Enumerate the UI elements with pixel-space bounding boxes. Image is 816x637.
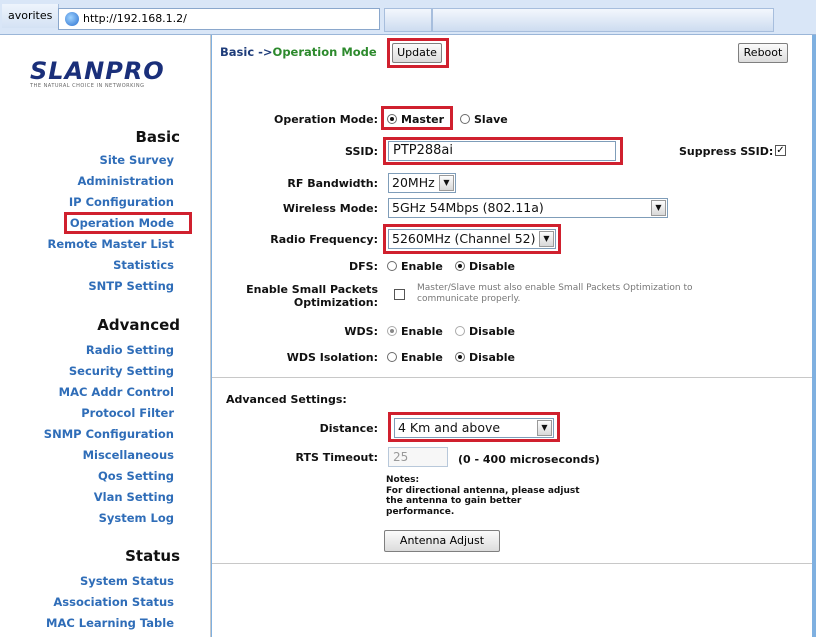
small-packets-checkbox[interactable] — [394, 289, 405, 300]
address-bar[interactable]: http://192.168.1.2/ — [58, 8, 380, 30]
divider — [212, 563, 812, 564]
address-text: http://192.168.1.2/ — [83, 12, 187, 25]
sidebar-item-mac-addr-control[interactable]: MAC Addr Control — [59, 385, 174, 399]
sidebar-item-operation-mode[interactable]: Operation Mode — [70, 216, 174, 230]
sidebar-item-site-survey[interactable]: Site Survey — [100, 153, 174, 167]
suppress-ssid-label: Suppress SSID: — [679, 145, 774, 158]
operation-mode-master[interactable]: Master — [387, 113, 444, 126]
breadcrumb-prefix: Basic -> — [220, 45, 273, 59]
sidebar-section-basic: Basic — [135, 128, 180, 146]
wds-label: WDS: — [344, 325, 378, 338]
chevron-down-icon: ▼ — [539, 231, 554, 247]
browser-toolbar: avorites http://192.168.1.2/ — [0, 0, 816, 35]
favorites-button[interactable]: avorites — [2, 4, 59, 28]
reboot-button[interactable]: Reboot — [738, 43, 788, 63]
sidebar-item-ip-configuration[interactable]: IP Configuration — [69, 195, 174, 209]
chevron-down-icon: ▼ — [651, 200, 666, 216]
distance-select[interactable]: 4 Km and above ▼ — [394, 418, 554, 438]
dfs-label: DFS: — [349, 260, 378, 273]
sidebar-item-sntp-setting[interactable]: SNTP Setting — [88, 279, 174, 293]
dfs-enable[interactable]: Enable — [387, 260, 443, 273]
suppress-ssid-checkbox[interactable]: ✓ — [775, 145, 786, 156]
distance-label: Distance: — [319, 422, 378, 435]
wds-enable[interactable]: Enable — [387, 325, 443, 338]
sidebar-item-radio-setting[interactable]: Radio Setting — [86, 343, 174, 357]
sidebar-item-statistics[interactable]: Statistics — [113, 258, 174, 272]
master-radio-icon — [387, 114, 397, 124]
sidebar-item-association-status[interactable]: Association Status — [53, 595, 174, 609]
sidebar-item-snmp-configuration[interactable]: SNMP Configuration — [44, 427, 174, 441]
radio-icon — [455, 326, 465, 336]
sidebar-item-system-status[interactable]: System Status — [80, 574, 174, 588]
divider — [212, 377, 812, 378]
breadcrumb-current: Operation Mode — [272, 45, 377, 59]
wds-isolation-label: WDS Isolation: — [286, 351, 378, 364]
antenna-notes: Notes: For directional antenna, please a… — [386, 475, 580, 517]
wds-isolation-disable[interactable]: Disable — [455, 351, 515, 364]
sidebar-item-miscellaneous[interactable]: Miscellaneous — [83, 448, 174, 462]
sidebar-item-administration[interactable]: Administration — [78, 174, 175, 188]
radio-icon — [455, 352, 465, 362]
ssid-input[interactable]: PTP288ai — [388, 141, 616, 161]
browser-tab-button[interactable] — [384, 8, 432, 32]
wds-isolation-enable[interactable]: Enable — [387, 351, 443, 364]
operation-mode-label: Operation Mode: — [273, 113, 378, 126]
dfs-disable[interactable]: Disable — [455, 260, 515, 273]
sidebar-item-system-log[interactable]: System Log — [99, 511, 174, 525]
rts-timeout-input[interactable]: 25 — [388, 447, 448, 467]
radio-frequency-label: Radio Frequency: — [270, 233, 378, 246]
rf-bandwidth-select[interactable]: 20MHz ▼ — [388, 173, 456, 193]
small-packets-label: Enable Small Packets Optimization: — [246, 283, 378, 309]
chevron-down-icon: ▼ — [537, 420, 552, 436]
ssid-label: SSID: — [345, 145, 378, 158]
radio-icon — [387, 261, 397, 271]
sidebar-item-remote-master-list[interactable]: Remote Master List — [48, 237, 174, 251]
sidebar: SLANPRO THE NATURAL CHOICE IN NETWORKING… — [0, 35, 211, 637]
radio-frequency-select[interactable]: 5260MHz (Channel 52) ▼ — [388, 229, 556, 249]
rts-timeout-label: RTS Timeout: — [295, 451, 378, 464]
slave-radio-icon — [460, 114, 470, 124]
wireless-mode-select[interactable]: 5GHz 54Mbps (802.11a) ▼ — [388, 198, 668, 218]
chevron-down-icon: ▼ — [439, 175, 454, 191]
rts-timeout-range: (0 - 400 microseconds) — [458, 453, 600, 466]
small-packets-note: Master/Slave must also enable Small Pack… — [417, 283, 693, 304]
sidebar-item-security-setting[interactable]: Security Setting — [69, 364, 174, 378]
update-button[interactable]: Update — [392, 43, 442, 63]
browser-page-icon — [65, 12, 79, 26]
advanced-settings-heading: Advanced Settings: — [226, 393, 347, 406]
wds-disable[interactable]: Disable — [455, 325, 515, 338]
operation-mode-slave[interactable]: Slave — [460, 113, 508, 126]
sidebar-item-qos-setting[interactable]: Qos Setting — [98, 469, 174, 483]
sidebar-section-status: Status — [125, 547, 180, 565]
wireless-mode-label: Wireless Mode: — [282, 202, 378, 215]
main-content: Basic ->Operation Mode Update Reboot Ope… — [212, 35, 812, 637]
radio-icon — [387, 326, 397, 336]
antenna-adjust-button[interactable]: Antenna Adjust — [384, 530, 500, 552]
sidebar-section-advanced: Advanced — [97, 316, 180, 334]
sidebar-item-vlan-setting[interactable]: Vlan Setting — [94, 490, 174, 504]
breadcrumb: Basic ->Operation Mode — [220, 45, 377, 59]
sidebar-item-protocol-filter[interactable]: Protocol Filter — [81, 406, 174, 420]
sidebar-item-mac-learning-table[interactable]: MAC Learning Table — [46, 616, 174, 630]
browser-tab-strip[interactable] — [432, 8, 774, 32]
radio-icon — [455, 261, 465, 271]
slanpro-logo: SLANPRO THE NATURAL CHOICE IN NETWORKING — [30, 57, 165, 89]
radio-icon — [387, 352, 397, 362]
rf-bandwidth-label: RF Bandwidth: — [287, 177, 378, 190]
